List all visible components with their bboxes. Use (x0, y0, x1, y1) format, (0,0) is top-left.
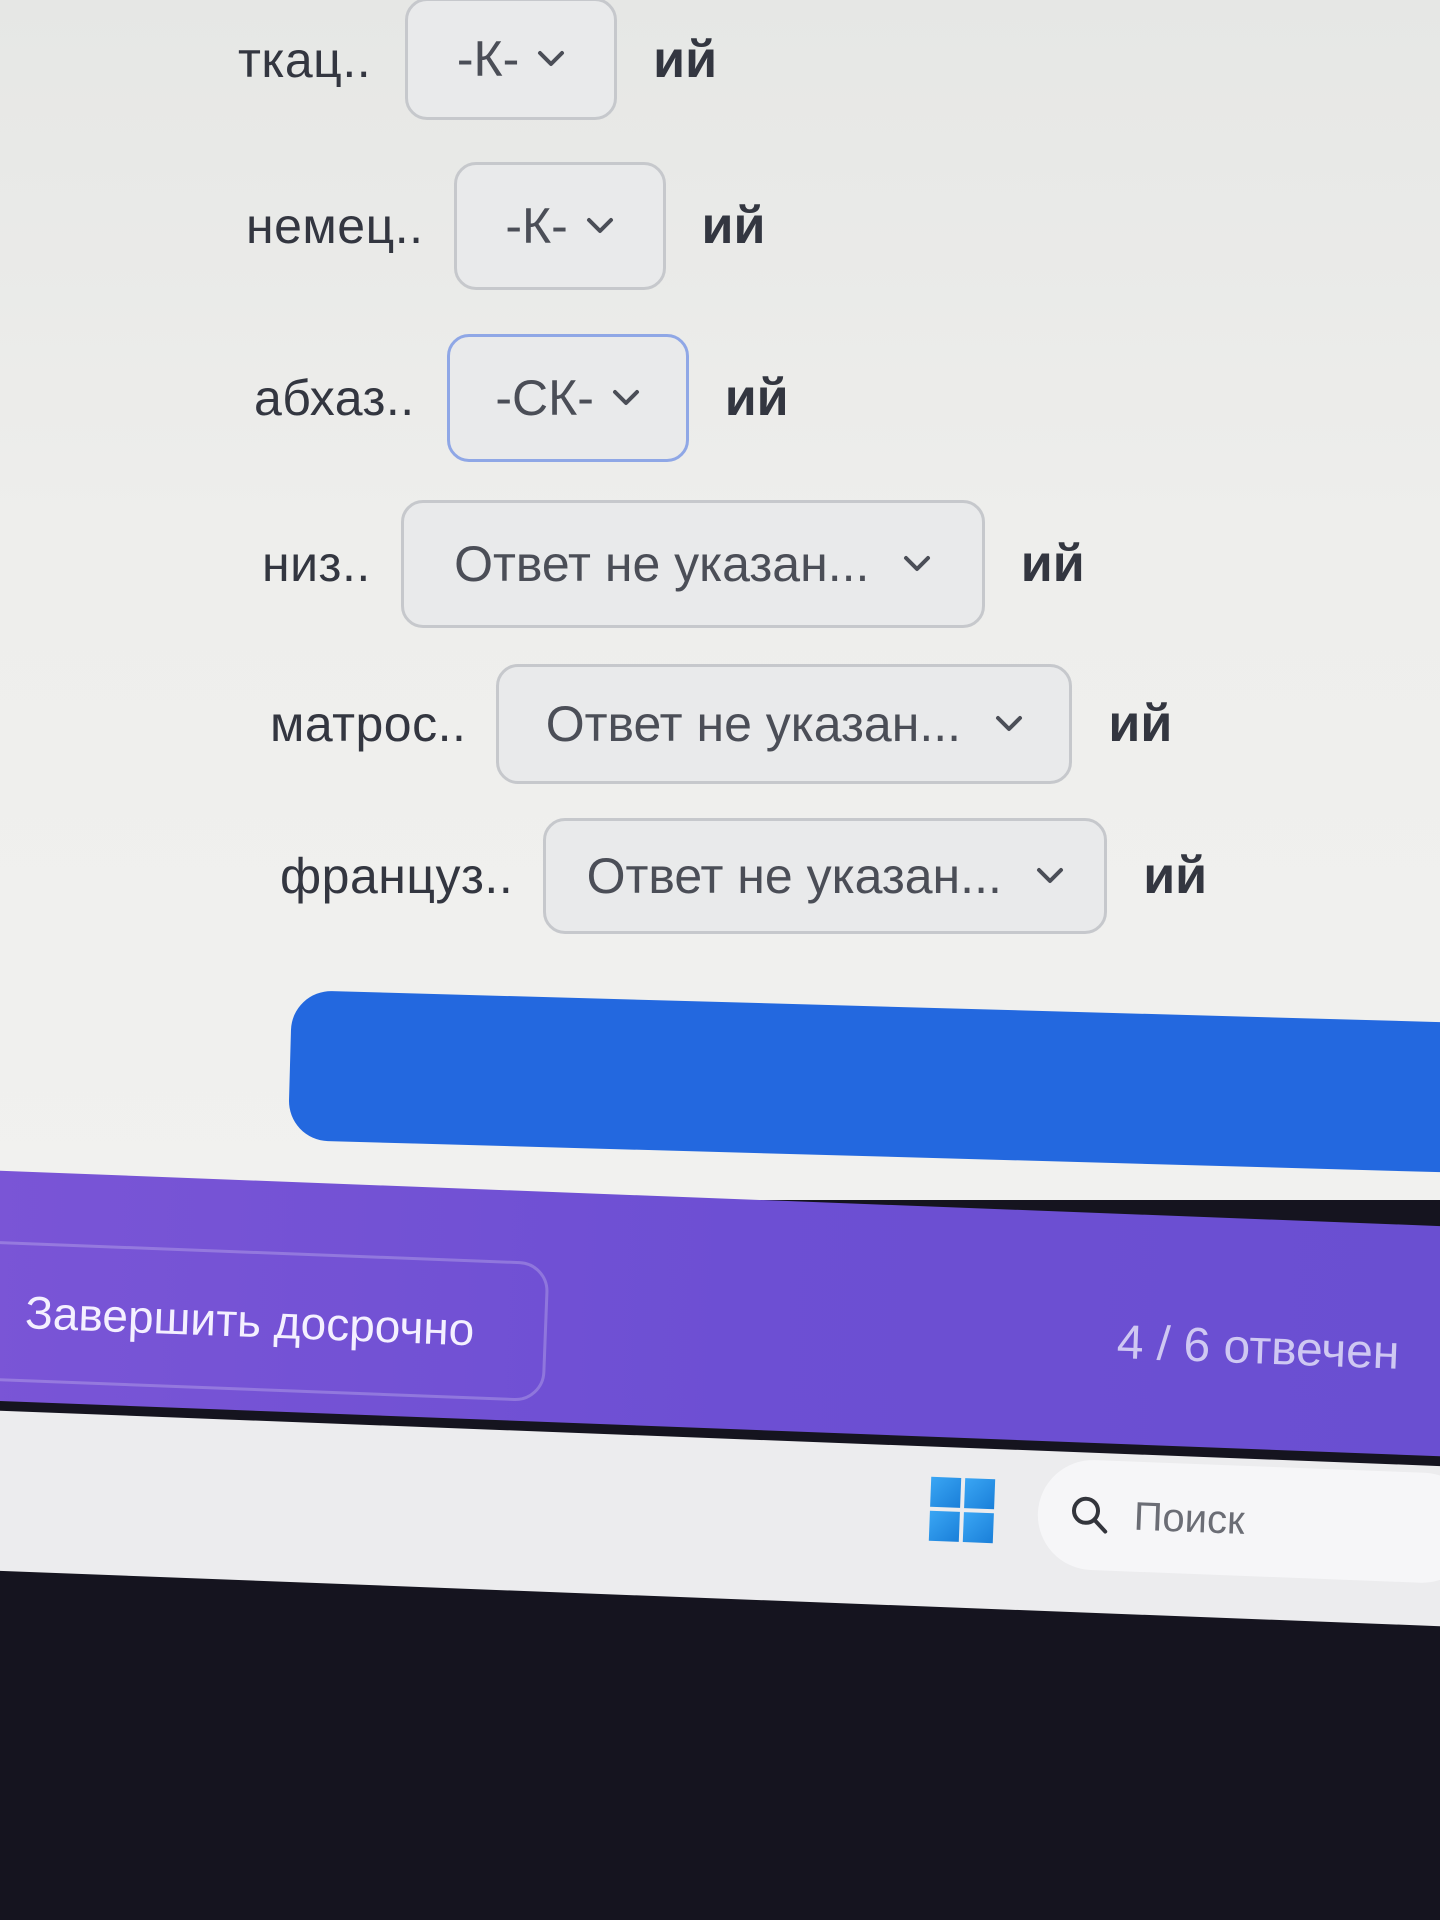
word-ending: ий (724, 369, 789, 427)
windows-logo-tile (962, 1512, 994, 1544)
chevron-down-icon (904, 556, 931, 571)
suffix-select[interactable]: -К- (405, 0, 618, 120)
word-ending: ий (653, 31, 718, 89)
taskbar-search[interactable]: Поиск (1035, 1458, 1440, 1585)
photographed-screen: ткац.. -К- ий немец.. -К- ий абхаз.. -СК… (0, 0, 1440, 1920)
search-placeholder: Поиск (1132, 1494, 1246, 1543)
word-prefix: низ.. (262, 536, 371, 592)
word-prefix: матрос.. (270, 696, 467, 752)
chevron-down-icon (538, 51, 565, 66)
suffix-select[interactable]: -К- (453, 162, 666, 290)
search-icon (1072, 1496, 1108, 1534)
selected-value: Ответ не указан... (454, 536, 870, 592)
word-row: француз.. Ответ не указан... ий (280, 818, 1207, 934)
windows-logo-tile (930, 1476, 962, 1508)
word-ending: ий (1020, 535, 1085, 593)
chevron-down-icon (996, 716, 1023, 731)
selected-value: -СК- (495, 370, 594, 426)
word-prefix: немец.. (246, 198, 424, 254)
suffix-select[interactable]: -СК- (446, 334, 689, 462)
word-prefix: ткац.. (238, 32, 372, 88)
selected-value: Ответ не указан... (586, 848, 1002, 904)
finish-early-label: Завершить досрочно (24, 1286, 476, 1356)
word-row: немец.. -К- ий (246, 162, 765, 290)
word-ending: ий (1108, 695, 1173, 753)
answered-progress: 4 / 6 отвечен (1115, 1315, 1401, 1380)
word-prefix: француз.. (280, 848, 514, 904)
finish-early-button[interactable]: Завершить досрочно (0, 1240, 550, 1403)
windows-logo-icon[interactable] (928, 1476, 996, 1544)
chevron-down-icon (1036, 868, 1063, 883)
word-row: абхаз.. -СК- ий (254, 334, 789, 462)
selected-value: -К- (456, 31, 520, 87)
answer-select[interactable]: Ответ не указан... (543, 818, 1108, 934)
word-row: матрос.. Ответ не указан... ий (270, 664, 1172, 784)
selected-value: -К- (505, 198, 568, 254)
selected-value: Ответ не указан... (545, 696, 962, 752)
answer-select[interactable]: Ответ не указан... (400, 500, 985, 628)
word-ending: ий (701, 197, 766, 255)
chevron-down-icon (586, 218, 613, 233)
word-ending: ий (1143, 847, 1208, 905)
word-row: низ.. Ответ не указан... ий (262, 500, 1085, 628)
chevron-down-icon (612, 390, 639, 405)
word-row: ткац.. -К- ий (238, 0, 717, 120)
answer-select[interactable]: Ответ не указан... (496, 664, 1073, 784)
windows-logo-tile (964, 1478, 996, 1510)
windows-logo-tile (928, 1510, 960, 1542)
word-prefix: абхаз.. (254, 370, 415, 426)
